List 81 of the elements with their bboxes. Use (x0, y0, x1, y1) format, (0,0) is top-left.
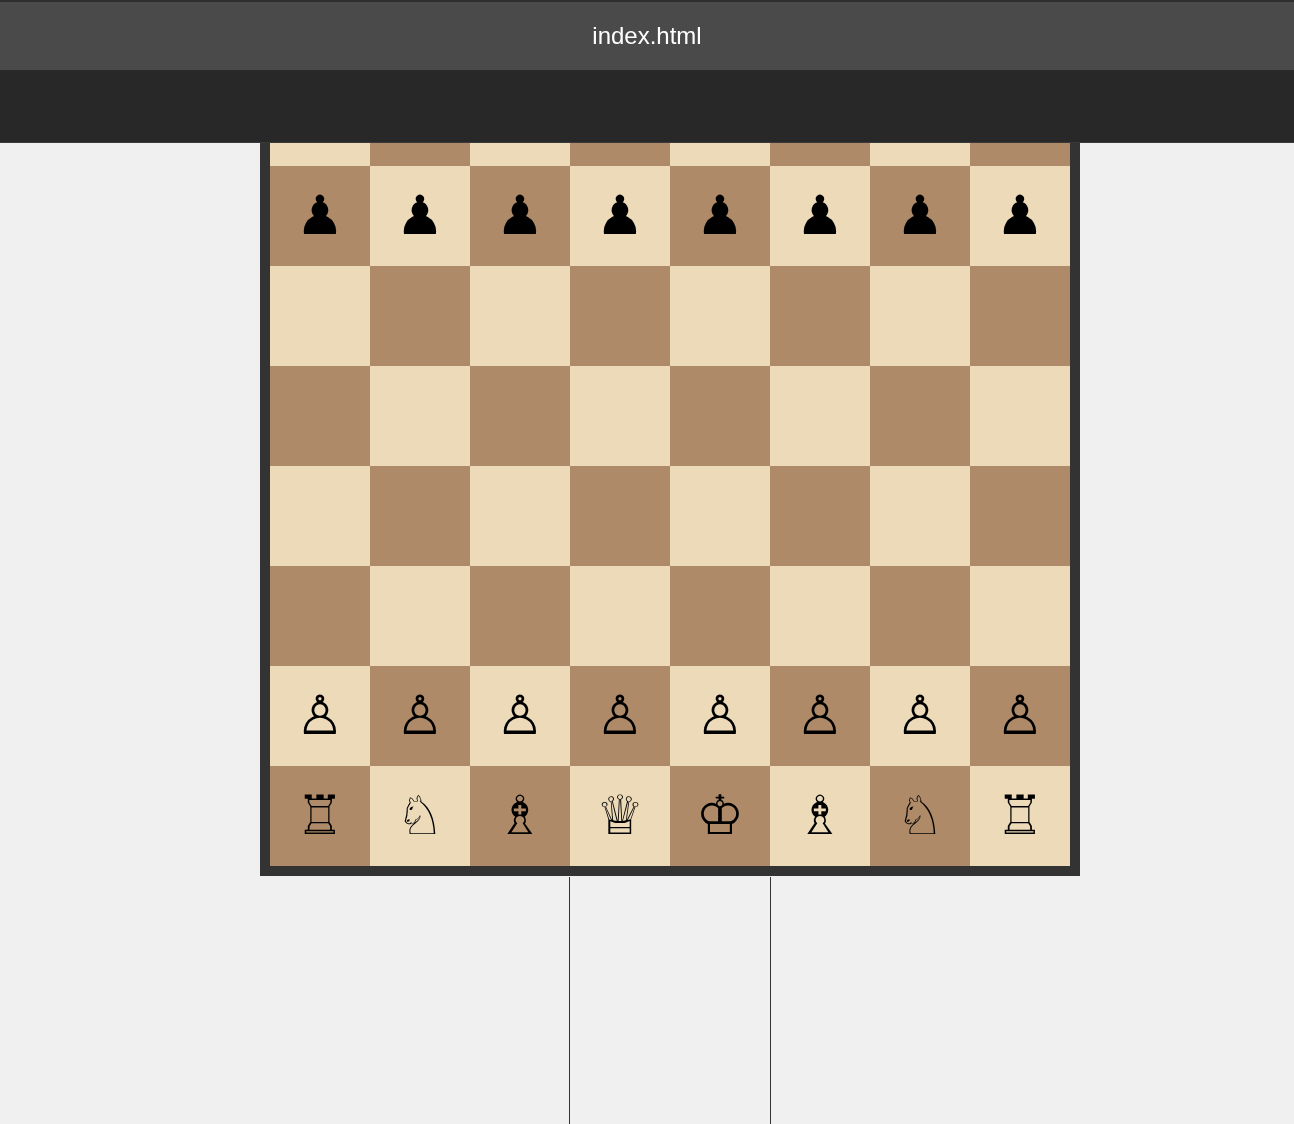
board-square[interactable]: ♖ (270, 766, 370, 866)
chess-piece[interactable]: ♟ (495, 189, 545, 243)
board-square[interactable] (770, 366, 870, 466)
chess-piece[interactable]: ♙ (395, 689, 445, 743)
board-square[interactable]: ♗ (470, 766, 570, 866)
board-square[interactable]: ♟ (870, 166, 970, 266)
chess-piece[interactable]: ♟ (895, 189, 945, 243)
chess-piece[interactable]: ♕ (595, 789, 645, 843)
board-square[interactable]: ♙ (470, 666, 570, 766)
board-square[interactable] (670, 566, 770, 666)
chess-piece[interactable]: ♙ (495, 689, 545, 743)
board-square[interactable]: ♙ (570, 666, 670, 766)
chess-piece[interactable]: ♘ (895, 789, 945, 843)
chess-piece[interactable]: ♙ (995, 689, 1045, 743)
board-square[interactable] (670, 266, 770, 366)
board-square[interactable] (870, 266, 970, 366)
board-square[interactable] (370, 366, 470, 466)
board-square[interactable] (370, 266, 470, 366)
board-square[interactable] (670, 466, 770, 566)
board-square[interactable] (570, 266, 670, 366)
board-square[interactable] (970, 466, 1070, 566)
board-square[interactable] (770, 266, 870, 366)
board-square[interactable] (270, 566, 370, 666)
board-square[interactable] (270, 366, 370, 466)
board-square[interactable] (470, 566, 570, 666)
board-square[interactable]: ♙ (870, 666, 970, 766)
board-square[interactable] (270, 466, 370, 566)
chess-piece[interactable]: ♙ (595, 689, 645, 743)
board-square[interactable]: ♕ (570, 766, 670, 866)
board-square[interactable] (370, 566, 470, 666)
board-square[interactable]: ♘ (370, 766, 470, 866)
board-square[interactable] (770, 566, 870, 666)
board-square[interactable]: ♟ (770, 166, 870, 266)
chess-piece[interactable]: ♔ (695, 789, 745, 843)
board-square[interactable] (870, 466, 970, 566)
board-square[interactable]: ♘ (870, 766, 970, 866)
chess-piece[interactable]: ♟ (395, 189, 445, 243)
board-square[interactable] (570, 566, 670, 666)
board-square[interactable] (570, 366, 670, 466)
chess-piece[interactable]: ♙ (695, 689, 745, 743)
chess-piece[interactable]: ♟ (595, 189, 645, 243)
board-square[interactable]: ♖ (970, 766, 1070, 866)
board-square[interactable]: ♙ (670, 666, 770, 766)
board-square[interactable]: ♙ (970, 666, 1070, 766)
board-square[interactable] (970, 566, 1070, 666)
board-square[interactable] (470, 366, 570, 466)
board-square[interactable]: ♔ (670, 766, 770, 866)
chess-piece[interactable]: ♗ (495, 789, 545, 843)
board-square[interactable]: ♙ (270, 666, 370, 766)
board-square[interactable] (470, 466, 570, 566)
board-square[interactable] (770, 466, 870, 566)
chess-piece[interactable]: ♙ (895, 689, 945, 743)
board-square[interactable]: ♟ (670, 166, 770, 266)
board-square[interactable]: ♙ (370, 666, 470, 766)
board-square[interactable]: ♟ (270, 166, 370, 266)
board-square[interactable]: ♙ (770, 666, 870, 766)
chess-piece[interactable]: ♟ (795, 189, 845, 243)
chess-piece[interactable]: ♙ (795, 689, 845, 743)
chess-piece[interactable]: ♟ (995, 189, 1045, 243)
board-square[interactable]: ♟ (370, 166, 470, 266)
board-square[interactable]: ♟ (970, 166, 1070, 266)
chess-piece[interactable]: ♟ (695, 189, 745, 243)
board-square[interactable] (370, 466, 470, 566)
board-square[interactable] (270, 266, 370, 366)
board-square[interactable] (570, 466, 670, 566)
chess-piece[interactable]: ♖ (995, 789, 1045, 843)
board-square[interactable] (870, 366, 970, 466)
board-square[interactable]: ♟ (570, 166, 670, 266)
chess-piece[interactable]: ♘ (395, 789, 445, 843)
chess-piece[interactable]: ♟ (295, 189, 345, 243)
chess-piece[interactable]: ♗ (795, 789, 845, 843)
board-square[interactable] (870, 566, 970, 666)
board-square[interactable] (970, 366, 1070, 466)
board-square[interactable] (970, 266, 1070, 366)
board-square[interactable] (470, 266, 570, 366)
window-title: index.html (592, 22, 702, 50)
board-square[interactable] (670, 366, 770, 466)
chess-piece[interactable]: ♖ (295, 789, 345, 843)
board-square[interactable]: ♗ (770, 766, 870, 866)
board-square[interactable]: ♟ (470, 166, 570, 266)
chess-piece[interactable]: ♙ (295, 689, 345, 743)
